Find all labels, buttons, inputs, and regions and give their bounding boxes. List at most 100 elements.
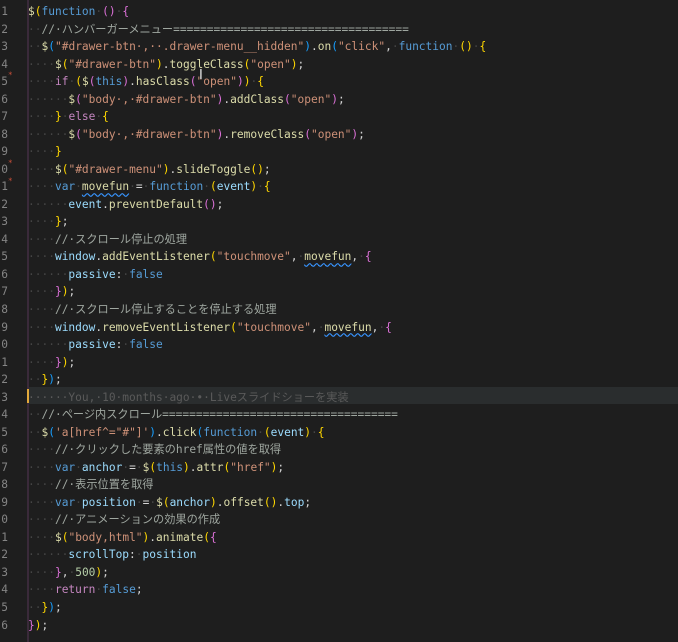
line-number: 3: [1, 565, 8, 579]
line-number: 2: [1, 197, 8, 211]
code-line[interactable]: 3 ··$("#drawer-btn·,··.drawer-menu__hidde…: [0, 38, 678, 56]
code-text[interactable]: ····//·表示位置を取得: [28, 476, 153, 494]
line-number: 7: [1, 110, 8, 124]
code-line[interactable]: 1 ····});: [0, 354, 678, 372]
line-number: 1: [1, 5, 8, 18]
code-text[interactable]: ····//·スクロール停止の処理: [28, 231, 187, 249]
line-number: 2: [1, 373, 8, 387]
code-line[interactable]: 8 ····//·表示位置を取得: [0, 476, 678, 494]
code-line[interactable]: 6 ······$("body·,·#drawer-btn").addClass(…: [0, 91, 678, 109]
line-number: 3: [1, 390, 8, 404]
line-number: 4: [1, 583, 8, 597]
code-text[interactable]: ····},·500);: [28, 564, 109, 582]
code-text[interactable]: ··//·ページ内スクロール==========================…: [28, 406, 398, 424]
code-text[interactable]: ··});: [28, 599, 62, 617]
line-number: 5: [1, 250, 8, 264]
code-text[interactable]: ····return·false;: [28, 581, 143, 599]
line-number: 8: [1, 478, 8, 492]
code-line[interactable]: 4 ····return·false;: [0, 581, 678, 599]
code-text[interactable]: ······passive:·false: [28, 266, 163, 284]
code-text[interactable]: ··$("#drawer-btn·,··.drawer-menu__hidden…: [28, 38, 486, 56]
code-line[interactable]: 0 ····$("#drawer-menu").slideToggle();: [0, 161, 678, 179]
code-line[interactable]: 0 ····//·アニメーションの効果の作成: [0, 511, 678, 529]
code-line[interactable]: 6 ····//·クリックした要素のhref属性の値を取得: [0, 441, 678, 459]
line-number: 3: [1, 215, 8, 229]
code-line[interactable]: 9 ····window.removeEventListener("touchmo…: [0, 319, 678, 337]
line-number: 9: [1, 320, 8, 334]
code-line[interactable]: 7 ····var·anchor·=·$(this).attr("href");: [0, 459, 678, 477]
code-line[interactable]: 8 ······$("body·,·#drawer-btn").removeCla…: [0, 126, 678, 144]
code-text[interactable]: ····var·anchor·=·$(this).attr("href");: [28, 459, 284, 477]
code-text[interactable]: ····if·($(this).hasClass("open"))·{: [28, 73, 264, 91]
code-text[interactable]: });: [28, 617, 48, 635]
code-text[interactable]: ····//·アニメーションの効果の作成: [28, 511, 220, 529]
code-text[interactable]: ····}·else·{: [28, 108, 109, 126]
code-line[interactable]: 4 ··//·ページ内スクロール=========================…: [0, 406, 678, 424]
code-line[interactable]: 2 ··});: [0, 371, 678, 389]
code-line[interactable]: 2 ··//·ハンバーガーメニュー========================…: [0, 21, 678, 39]
code-line[interactable]: 4 ····//·スクロール停止の処理: [0, 231, 678, 249]
code-text[interactable]: ··$('a[href^="#"]').click(function·(even…: [28, 424, 325, 442]
line-number: 2: [1, 22, 8, 36]
line-number: 4: [1, 408, 8, 422]
code-line[interactable]: 8 ····//·スクロール停止することを停止する処理: [0, 301, 678, 319]
code-text[interactable]: ····//·スクロール停止することを停止する処理: [28, 301, 277, 319]
code-text[interactable]: ····window.removeEventListener("touchmov…: [28, 319, 392, 337]
code-line[interactable]: 5 ····if·($(this).hasClass("open"))·{: [0, 73, 678, 91]
code-line[interactable]: 2 ······scrollTop:·position: [0, 546, 678, 564]
line-number: 5: [1, 601, 8, 615]
line-number: 0: [1, 338, 8, 352]
code-text[interactable]: ····});: [28, 354, 75, 372]
code-text[interactable]: ······passive:·false: [28, 336, 163, 354]
code-line[interactable]: 1 ····$("body,html").animate({: [0, 529, 678, 547]
line-number: 8: [1, 127, 8, 141]
code-line[interactable]: 4 ····$("#drawer-btn").toggleClass("open"…: [0, 56, 678, 74]
code-text[interactable]: ····//·クリックした要素のhref属性の値を取得: [28, 441, 281, 459]
line-number: 6: [1, 267, 8, 281]
code-text[interactable]: ······$("body·,·#drawer-btn").addClass("…: [28, 91, 345, 109]
code-line[interactable]: 9 ····}: [0, 143, 678, 161]
code-line[interactable]: 5 ··});: [0, 599, 678, 617]
code-text[interactable]: ······event.preventDefault();: [28, 196, 223, 214]
line-number: 3: [1, 40, 8, 54]
code-text[interactable]: ····window.addEventListener("touchmove",…: [28, 248, 372, 266]
code-text[interactable]: ····$("#drawer-menu").slideToggle();: [28, 161, 271, 179]
code-line[interactable]: 3 ····};: [0, 213, 678, 231]
error-marker-icon: ∗: [8, 157, 13, 166]
code-text[interactable]: ····var·movefun·=·function·(event)·{: [28, 178, 271, 196]
line-number: 6: [1, 618, 8, 632]
code-text[interactable]: ····$("body,html").animate({: [28, 529, 217, 547]
code-editor[interactable]: 1 $(function·()·{ 2 ··//·ハンバーガーメニュー========…: [0, 0, 678, 642]
code-line[interactable]: 5 ····window.addEventListener("touchmove"…: [0, 248, 678, 266]
code-line[interactable]: 7 ····}·else·{: [0, 108, 678, 126]
code-text[interactable]: ··//·ハンバーガーメニュー=========================…: [28, 21, 409, 39]
code-text[interactable]: ····}: [28, 143, 62, 161]
line-number: 5: [1, 425, 8, 439]
code-text[interactable]: ··});: [28, 371, 62, 389]
code-text[interactable]: ······You,·10·months·ago·•·Liveスライドショーを実…: [28, 389, 349, 407]
code-line[interactable]: 5 ··$('a[href^="#"]').click(function·(eve…: [0, 424, 678, 442]
code-line[interactable]: 6});: [0, 617, 678, 635]
code-line[interactable]: 1 ····var·movefun·=·function·(event)·{: [0, 178, 678, 196]
code-text[interactable]: ····var·position·=·$(anchor).offset().to…: [28, 494, 311, 512]
line-number: 9: [1, 495, 8, 509]
code-line[interactable]: 3 ······You,·10·months·ago·•·Liveスライドショーを…: [0, 389, 678, 407]
code-text[interactable]: $(function·()·{: [28, 3, 129, 21]
text-cursor-ibeam-icon: I: [199, 68, 203, 83]
code-line[interactable]: 0 ······passive:·false: [0, 336, 678, 354]
code-text[interactable]: ······scrollTop:·position: [28, 546, 196, 564]
code-line[interactable]: 6 ······passive:·false: [0, 266, 678, 284]
code-line[interactable]: 3 ····},·500);: [0, 564, 678, 582]
line-number: 1: [1, 180, 8, 194]
code-line[interactable]: 7 ····});: [0, 283, 678, 301]
line-number: 0: [1, 162, 8, 176]
line-number: 7: [1, 285, 8, 299]
line-number: 6: [1, 92, 8, 106]
code-text[interactable]: ····$("#drawer-btn").toggleClass("open")…: [28, 56, 304, 74]
code-line[interactable]: 1 $(function·()·{: [0, 3, 678, 21]
code-text[interactable]: ····});: [28, 283, 75, 301]
code-text[interactable]: ····};: [28, 213, 68, 231]
code-line[interactable]: 2 ······event.preventDefault();: [0, 196, 678, 214]
code-line[interactable]: 9 ····var·position·=·$(anchor).offset().t…: [0, 494, 678, 512]
code-text[interactable]: ······$("body·,·#drawer-btn").removeClas…: [28, 126, 365, 144]
